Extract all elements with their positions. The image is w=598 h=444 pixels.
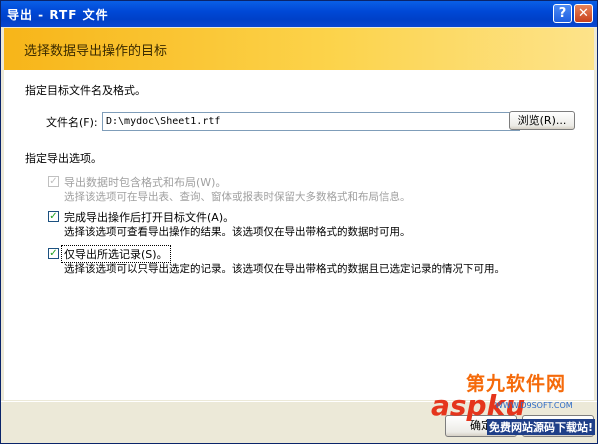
watermark-url: WWW.D9SOFT.COM <box>495 401 573 410</box>
include-format-label: 导出数据时包含格式和布局(W)。 <box>64 176 227 189</box>
open-target-desc: 选择该选项可查看导出操作的结果。该选项仅在导出带格式的数据时可用。 <box>64 226 411 238</box>
target-heading: 指定目标文件名及格式。 <box>25 84 146 97</box>
export-rtf-dialog: 导出 - RTF 文件 ? ✕ 选择数据导出操作的目标 指定目标文件名及格式。 … <box>0 0 598 444</box>
banner-title: 选择数据导出操作的目标 <box>24 44 168 59</box>
open-target-checkbox[interactable]: ✓ <box>48 211 59 222</box>
options-heading: 指定导出选项。 <box>25 152 102 165</box>
close-icon[interactable]: ✕ <box>574 4 593 23</box>
help-icon[interactable]: ? <box>553 4 572 23</box>
dialog-content: 指定目标文件名及格式。 文件名(F): 浏览(R)... 指定导出选项。 ✓ 导… <box>4 70 594 400</box>
open-target-label[interactable]: 完成导出操作后打开目标文件(A)。 <box>64 209 234 225</box>
selected-records-checkbox[interactable]: ✓ <box>48 248 59 259</box>
watermark-slogan: 免费网站源码下载站! <box>487 419 596 435</box>
file-name-label: 文件名(F): <box>46 116 98 129</box>
window-title: 导出 - RTF 文件 <box>7 8 109 22</box>
header-banner: 选择数据导出操作的目标 <box>4 28 594 70</box>
browse-button[interactable]: 浏览(R)... <box>509 111 575 130</box>
file-name-input[interactable] <box>102 112 520 131</box>
title-bar[interactable]: 导出 - RTF 文件 ? ✕ <box>1 1 597 27</box>
selected-records-label[interactable]: 仅导出所选记录(S)。 <box>61 245 171 263</box>
selected-records-desc: 选择该选项可以只导出选定的记录。该选项仅在导出带格式的数据且已选定记录的情况下可… <box>64 263 505 275</box>
include-format-desc: 选择该选项可在导出表、查询、窗体或报表时保留大多数格式和布局信息。 <box>64 191 411 203</box>
include-format-checkbox: ✓ <box>48 176 59 187</box>
